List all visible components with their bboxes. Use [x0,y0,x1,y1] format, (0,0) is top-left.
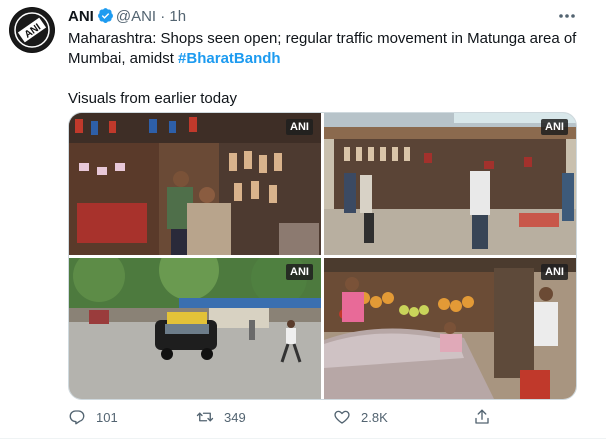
more-icon[interactable] [556,6,578,26]
share-button[interactable] [473,402,501,432]
reply-icon [69,410,85,425]
verified-badge-icon [97,8,113,23]
watermark-badge: ANI [286,119,313,135]
media-grid: ANI ANI ANI ANI [68,112,577,400]
fruit-stall-image [324,258,576,399]
ani-logo-icon: ANI [10,8,54,52]
media-photo-3[interactable]: ANI [69,258,321,399]
like-count: 2.8K [361,409,388,425]
heart-icon [334,410,350,424]
share-icon [475,409,489,424]
divider [0,438,606,439]
avatar[interactable]: ANI [9,7,55,53]
separator-dot: · [160,8,166,25]
author-handle[interactable]: @ANI [116,8,156,25]
reply-button[interactable]: 101 [68,402,118,432]
retweet-icon [196,412,214,422]
watermark-badge: ANI [541,264,568,280]
retweet-button[interactable]: 349 [196,402,246,432]
shoe-shop-image [69,113,321,255]
hashtag-link[interactable]: #BharatBandh [178,50,281,67]
media-photo-4[interactable]: ANI [324,258,576,399]
media-photo-2[interactable]: ANI [324,113,576,255]
media-photo-1[interactable]: ANI [69,113,321,255]
tweet-text-secondary: Visuals from earlier today [68,90,237,107]
retweet-count: 349 [224,409,246,425]
street-stall-image [324,113,576,255]
timestamp[interactable]: 1h [169,8,186,25]
tweet-text-main: Maharashtra: Shops seen open; regular tr… [68,30,577,67]
like-button[interactable]: 2.8K [333,402,388,432]
author-name[interactable]: ANI [68,8,94,25]
tweet-header: ANI @ANI · 1h [68,7,186,26]
reply-count: 101 [96,409,118,425]
street-taxi-image [69,258,321,399]
watermark-badge: ANI [541,119,568,135]
action-bar: 101 349 2.8K [0,402,606,432]
tweet-text: Maharashtra: Shops seen open; regular tr… [68,29,588,109]
tweet[interactable]: ANI ANI @ANI · 1h Maharashtra: Shops seen… [0,0,606,441]
watermark-badge: ANI [286,264,313,280]
